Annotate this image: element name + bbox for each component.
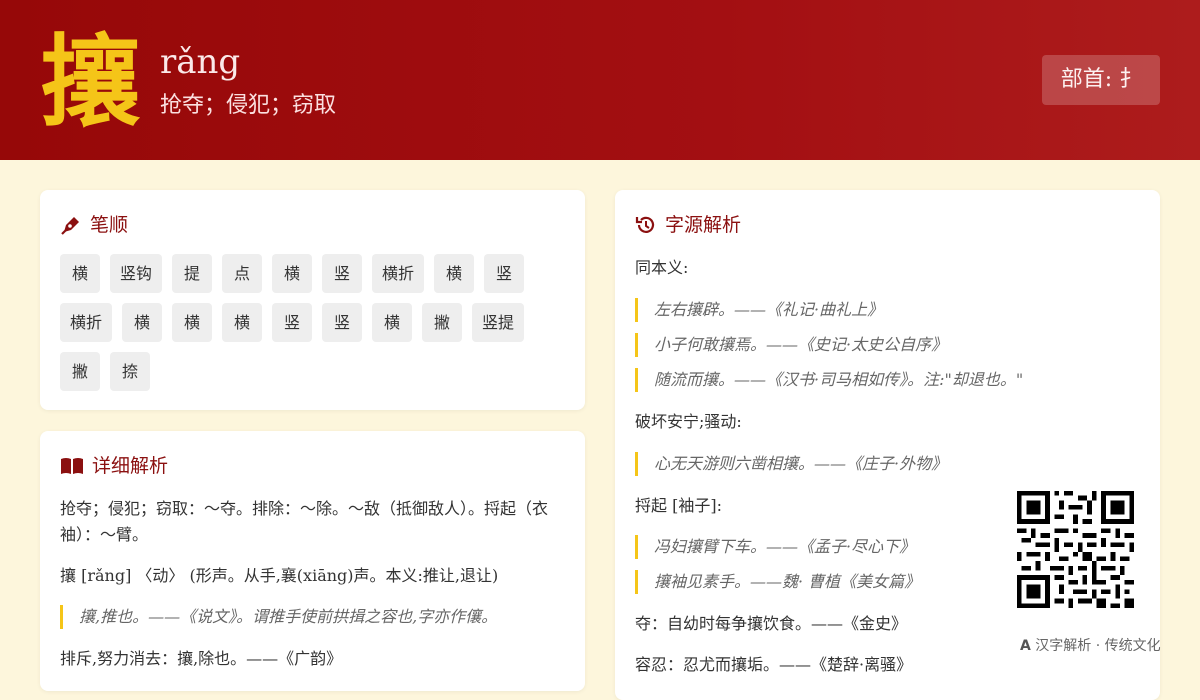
short-meaning: 抢夺；侵犯；窃取 bbox=[160, 93, 337, 118]
origin-card: 字源解析 同本义: 左右攘辟。——《礼记·曲礼上》 小子何敢攘焉。——《史记·太… bbox=[615, 190, 1160, 700]
origin-title: 字源解析 bbox=[635, 212, 741, 238]
stroke-item: 横折 bbox=[60, 303, 113, 342]
radical-badge: 部首: 扌 bbox=[1042, 55, 1160, 105]
origin-quote: 心无天游则六凿相攘。——《庄子·外物》 bbox=[635, 452, 947, 476]
stroke-item: 竖钩 bbox=[110, 254, 163, 293]
stroke-order-title-text: 笔顺 bbox=[90, 214, 129, 236]
stroke-item: 横 bbox=[122, 303, 163, 342]
stroke-item: 横 bbox=[222, 303, 263, 342]
brand-text: 汉字解析 · 传统文化 bbox=[1035, 638, 1161, 654]
origin-quote: 左右攘辟。——《礼记·曲礼上》 bbox=[635, 298, 883, 322]
font-icon: A bbox=[1020, 638, 1031, 654]
stroke-item: 撇 bbox=[60, 352, 100, 391]
stroke-item: 竖 bbox=[484, 254, 525, 293]
stroke-item: 横 bbox=[372, 303, 413, 342]
stroke-item: 横折 bbox=[372, 254, 425, 293]
origin-line: 容忍：忍尤而攘垢。——《楚辞·离骚》 bbox=[635, 655, 913, 674]
stroke-item: 横 bbox=[272, 254, 313, 293]
detail-title: 详细解析 bbox=[60, 453, 168, 479]
origin-quote: 攘袖见素手。——魏· 曹植《美女篇》 bbox=[635, 570, 920, 594]
origin-line: 夺：自幼时每争攘饮食。——《金史》 bbox=[635, 614, 908, 633]
stroke-item: 提 bbox=[172, 254, 213, 293]
origin-section-label: 捋起 [袖子]: bbox=[635, 496, 722, 515]
detail-quote: 攘,推也。——《说文》。谓推手使前拱揖之容也,字亦作儴。 bbox=[60, 605, 539, 629]
brand-footer: A 汉字解析 · 传统文化 bbox=[1020, 635, 1161, 657]
pen-icon bbox=[61, 217, 79, 235]
origin-quote: 随流而攘。——《汉书·司马相如传》。注:"却退也。" bbox=[635, 368, 1023, 392]
stroke-order-title: 笔顺 bbox=[60, 212, 128, 238]
qr-code-icon bbox=[1017, 491, 1134, 608]
stroke-item: 竖提 bbox=[472, 303, 525, 342]
origin-section-label: 破坏安宁;骚动: bbox=[635, 412, 742, 431]
detail-card: 详细解析 抢夺；侵犯；窃取：～夺。排除：～除。～敌（抵御敌人）。捋起（衣袖）：～… bbox=[40, 431, 585, 691]
stroke-item: 横 bbox=[172, 303, 213, 342]
stroke-item: 撇 bbox=[422, 303, 463, 342]
origin-quote: 小子何敢攘焉。——《史记·太史公自序》 bbox=[635, 333, 947, 357]
stroke-item: 竖 bbox=[322, 254, 363, 293]
character-display: 攘 bbox=[40, 23, 140, 141]
stroke-item: 横 bbox=[434, 254, 475, 293]
header-banner: 攘 rǎng 抢夺；侵犯；窃取 部首: 扌 bbox=[0, 0, 1200, 160]
history-icon bbox=[635, 216, 655, 233]
detail-paragraph: 抢夺；侵犯；窃取：～夺。排除：～除。～敌（抵御敌人）。捋起（衣袖）：～臂。 bbox=[60, 499, 549, 544]
origin-quote: 冯妇攘臂下车。——《孟子·尽心下》 bbox=[635, 535, 915, 559]
stroke-item: 捺 bbox=[110, 352, 150, 391]
pinyin-text: rǎng bbox=[160, 42, 241, 82]
detail-paragraph: 排斥,努力消去：攘,除也。——《广韵》 bbox=[60, 649, 343, 668]
stroke-item: 横 bbox=[60, 254, 100, 293]
origin-section-label: 同本义: bbox=[635, 258, 689, 277]
stroke-grid: 横 竖钩 提 点 横 竖 横折 横 竖 横折 横 横 横 竖 竖 横 撇 竖提 … bbox=[60, 254, 560, 391]
stroke-item: 竖 bbox=[272, 303, 313, 342]
stroke-item: 点 bbox=[222, 254, 263, 293]
stroke-item: 竖 bbox=[322, 303, 363, 342]
origin-title-text: 字源解析 bbox=[665, 214, 742, 236]
book-icon bbox=[61, 458, 83, 474]
detail-title-text: 详细解析 bbox=[92, 455, 169, 477]
stroke-order-card: 笔顺 横 竖钩 提 点 横 竖 横折 横 竖 横折 横 横 横 竖 竖 横 撇 … bbox=[40, 190, 585, 410]
detail-paragraph: 攘 [rǎng] 〈动〉 (形声。从手,襄(xiāng)声。本义:推让,退让) bbox=[60, 566, 499, 585]
